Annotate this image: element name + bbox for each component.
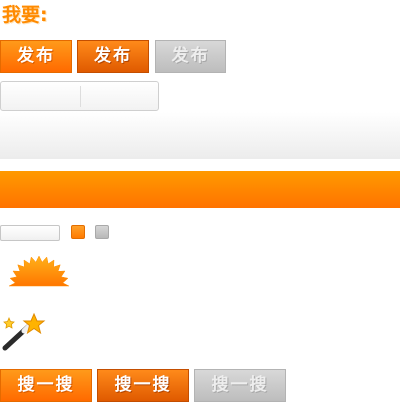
orange-swatch	[71, 225, 85, 239]
page-heading: 我要:	[2, 4, 48, 26]
gray-gradient-bar	[0, 112, 400, 159]
publish-button-disabled: 发布	[155, 40, 226, 73]
magic-wand-icon	[2, 312, 46, 351]
publish-button-hover[interactable]: 发布	[77, 40, 149, 73]
input-divider	[80, 86, 81, 107]
split-input-field[interactable]	[0, 81, 159, 111]
publish-button[interactable]: 发布	[0, 40, 72, 73]
search-button-disabled: 搜一搜	[194, 369, 286, 402]
small-input-field[interactable]	[0, 225, 60, 241]
search-button-hover[interactable]: 搜一搜	[97, 369, 189, 402]
search-button[interactable]: 搜一搜	[0, 369, 92, 402]
gray-swatch	[95, 225, 109, 239]
orange-gradient-bar	[0, 171, 400, 208]
half-sun-icon	[8, 255, 70, 287]
